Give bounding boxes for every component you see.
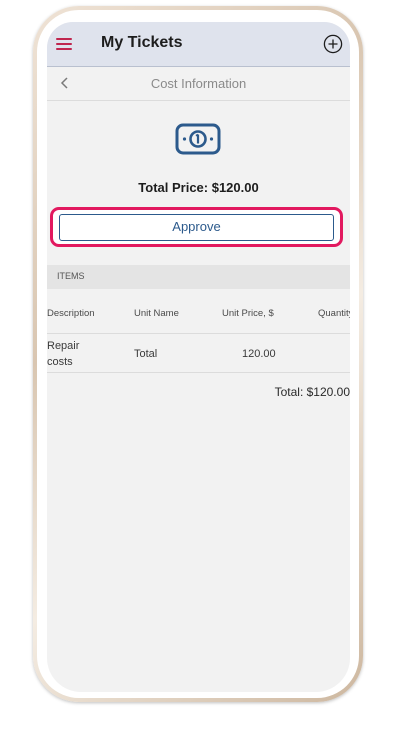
sub-header: Cost Information	[47, 67, 350, 101]
approve-button[interactable]: Approve	[59, 214, 334, 241]
items-section-header: ITEMS	[47, 265, 350, 289]
table-divider	[47, 372, 350, 373]
approve-highlight-frame: Approve	[50, 207, 343, 247]
table-divider	[47, 333, 350, 334]
money-bill-icon	[175, 123, 221, 155]
row-unit-name: Total	[134, 348, 158, 360]
page-title: My Tickets	[101, 34, 183, 51]
column-header-quantity: Quantity	[318, 308, 350, 319]
row-description-line1: Repair	[47, 340, 80, 352]
items-total: Total: $120.00	[274, 385, 350, 399]
hamburger-icon[interactable]	[56, 38, 72, 50]
column-header-description: Description	[47, 308, 95, 319]
section-title: Cost Information	[150, 76, 247, 91]
plus-circle-icon[interactable]	[323, 34, 343, 54]
column-header-unit-name: Unit Name	[134, 308, 179, 319]
column-header-unit-price: Unit Price, $	[222, 308, 274, 319]
row-description-line2: costs	[47, 356, 73, 368]
app-screen: My Tickets Cost Information Total Price:…	[47, 22, 350, 692]
app-header: My Tickets	[47, 22, 350, 67]
items-label: ITEMS	[57, 271, 85, 281]
row-unit-price: 120.00	[242, 348, 276, 360]
total-price: Total Price: $120.00	[138, 180, 259, 195]
